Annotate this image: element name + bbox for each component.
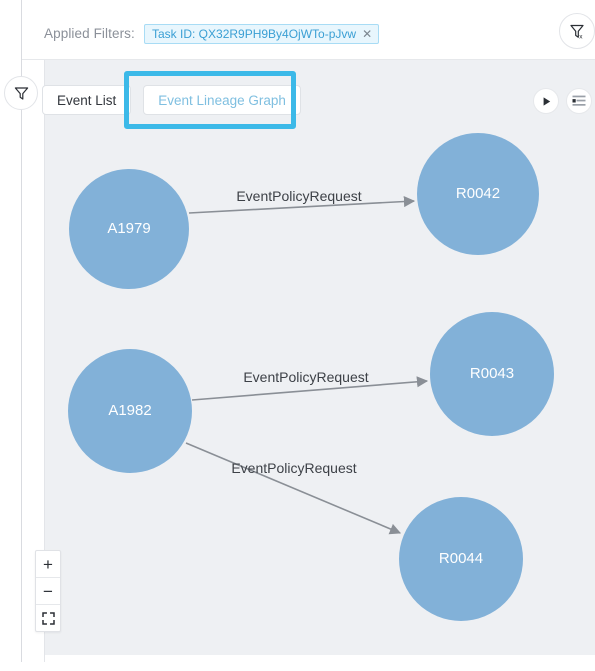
node-r0043[interactable]: R0043 bbox=[430, 312, 554, 436]
fit-screen-icon bbox=[41, 611, 55, 625]
clear-filters-button[interactable]: x bbox=[559, 13, 595, 49]
node-a1982[interactable]: A1982 bbox=[68, 349, 192, 473]
applied-filters-header: Applied Filters: Task ID: QX32R9PH9By4Oj… bbox=[22, 0, 595, 60]
view-tabs: Event List Event Lineage Graph bbox=[42, 85, 301, 115]
filter-icon bbox=[14, 86, 28, 100]
panel-footer bbox=[45, 655, 595, 671]
node-circle-a1982[interactable] bbox=[68, 349, 192, 473]
svg-text:x: x bbox=[579, 33, 583, 40]
applied-filters-label: Applied Filters: bbox=[44, 26, 135, 41]
node-circle-a1979[interactable] bbox=[69, 169, 189, 289]
fit-to-screen-button[interactable] bbox=[36, 605, 60, 631]
zoom-out-button[interactable]: − bbox=[36, 578, 60, 605]
tab-event-lineage-graph[interactable]: Event Lineage Graph bbox=[143, 85, 301, 115]
node-circle-r0043[interactable] bbox=[430, 312, 554, 436]
node-a1979[interactable]: A1979 bbox=[69, 169, 189, 289]
node-r0042[interactable]: R0042 bbox=[417, 133, 539, 255]
zoom-in-button[interactable]: + bbox=[36, 551, 60, 578]
legend-list-icon bbox=[572, 95, 586, 106]
tab-event-list[interactable]: Event List bbox=[42, 85, 132, 115]
close-icon[interactable]: ✕ bbox=[362, 28, 372, 40]
filter-chip-task-id[interactable]: Task ID: QX32R9PH9By4OjWTo-pJvw ✕ bbox=[144, 24, 380, 44]
filter-chip-label: Task ID: QX32R9PH9By4OjWTo-pJvw bbox=[152, 27, 357, 41]
zoom-controls: + − bbox=[35, 550, 61, 632]
play-layout-button[interactable] bbox=[533, 88, 559, 114]
side-filter-button[interactable] bbox=[4, 76, 38, 110]
filter-clear-icon: x bbox=[569, 24, 584, 40]
node-r0044[interactable]: R0044 bbox=[399, 497, 523, 621]
node-circle-r0042[interactable] bbox=[417, 133, 539, 255]
event-lineage-graph-page: Applied Filters: Task ID: QX32R9PH9By4Oj… bbox=[0, 0, 595, 671]
node-circle-r0044[interactable] bbox=[399, 497, 523, 621]
legend-toggle-button[interactable] bbox=[566, 88, 592, 114]
play-icon bbox=[543, 96, 550, 106]
